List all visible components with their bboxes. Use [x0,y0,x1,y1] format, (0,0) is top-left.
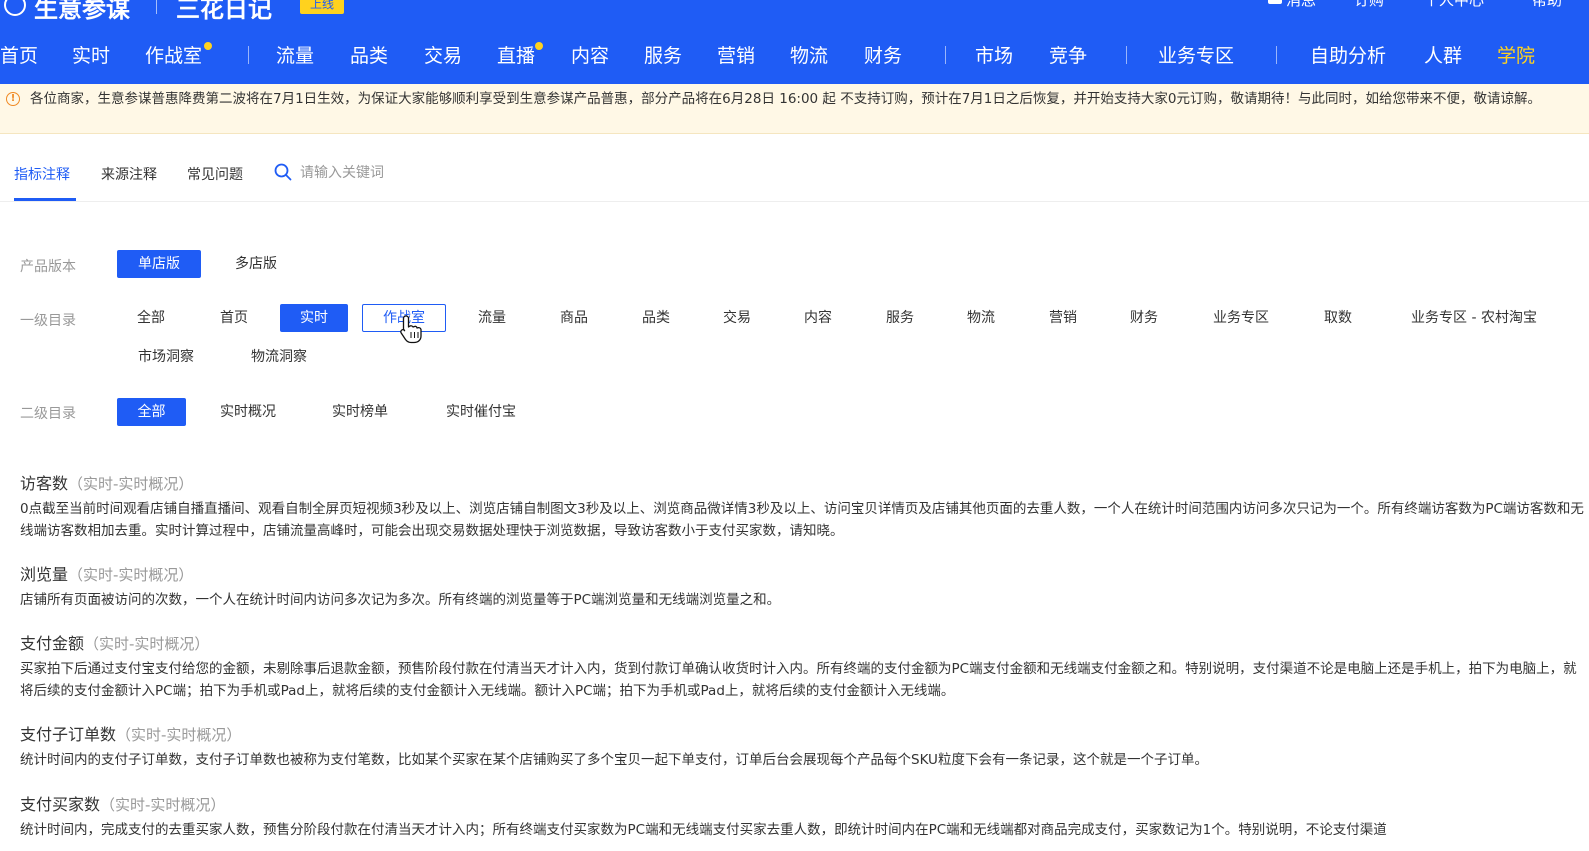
top-link-help[interactable]: 帮助 [1532,0,1562,14]
metric-title: 支付买家数（实时-实时概况） [20,791,1589,815]
chip-l1-business-zone[interactable]: 业务专区 [1198,304,1284,332]
metric-name: 支付子订单数 [20,725,117,744]
nav-item-service[interactable]: 服务 [644,41,682,68]
doc-tabs: 指标注释 来源注释 常见问题 [0,150,1589,202]
nav-item-competition[interactable]: 竞争 [1049,41,1087,68]
chip-version-multi[interactable]: 多店版 [216,250,296,278]
chip-l1-traffic[interactable]: 流量 [458,304,526,332]
chip-l1-market-insight[interactable]: 市场洞察 [117,343,215,371]
chip-l1-finance[interactable]: 财务 [1110,304,1178,332]
notice-text: 各位商家，生意参谋普惠降费第二波将在7月1日生效，为保证大家能够顺利享受到生意参… [30,91,1541,107]
nav-item-logistics[interactable]: 物流 [790,41,828,68]
nav-item-academy[interactable]: 学院 [1497,41,1535,68]
top-link-messages[interactable]: 消息 [1286,0,1316,14]
nav-item-content[interactable]: 内容 [571,41,609,68]
metric-description: 店铺所有页面被访问的次数，一个人在统计时间内访问多次记为多次。所有终端的浏览量等… [20,592,781,608]
metric-title: 浏览量（实时-实时概况） [20,561,1589,585]
filter-label-level2: 二级目录 [20,406,76,422]
metric-tag: （实时-实时概况） [116,726,242,744]
metric-entry: 支付买家数（实时-实时概况） 统计时间内，完成支付的去重买家人数，预售分阶段付款… [20,791,1589,851]
shop-badge: 上线 [300,0,344,14]
top-link-user-center[interactable]: 个人中心 [1424,0,1484,14]
logo-icon [4,0,26,16]
metric-description: 统计时间内的支付子订单数，支付子订单数也被称为支付笔数，比如某个买家在某个店铺购… [20,752,1208,768]
chip-l1-marketing[interactable]: 营销 [1029,304,1097,332]
top-header: 生意参谋 三花日记 上线 消息 订购 个人中心 帮助 首页 实时 作战室 流量 … [0,0,1589,84]
chip-l1-realtime[interactable]: 实时 [280,304,348,332]
filter-label-version: 产品版本 [20,259,76,275]
nav-divider [248,46,249,64]
chip-l2-all[interactable]: 全部 [117,398,186,426]
nav-item-realtime[interactable]: 实时 [72,41,110,68]
message-icon[interactable] [1268,0,1282,4]
chip-l1-content[interactable]: 内容 [784,304,852,332]
shop-name[interactable]: 三花日记 [176,0,272,24]
metric-name: 浏览量 [20,565,69,584]
metric-name: 支付金额 [20,634,85,653]
top-link-subscribe[interactable]: 订购 [1354,0,1384,14]
filter-label-level1: 一级目录 [20,313,76,329]
nav-item-finance[interactable]: 财务 [864,41,902,68]
metric-entry: 访客数（实时-实时概况） 0点截至当前时间观看店铺自播直播间、观看自制全屏页短视… [20,470,1589,542]
metric-entry: 浏览量（实时-实时概况） 店铺所有页面被访问的次数，一个人在统计时间内访问多次记… [20,561,1589,611]
nav-item-traffic[interactable]: 流量 [276,41,314,68]
nav-divider [1276,46,1277,64]
chip-l1-logistics-insight[interactable]: 物流洞察 [230,343,328,371]
tab-metric-notes[interactable]: 指标注释 [14,164,70,184]
nav-new-dot [535,42,543,50]
metric-tag: （实时-实时概况） [100,796,226,814]
nav-new-dot [204,42,212,50]
metric-description: 统计时间内，完成支付的去重买家人数，预售分阶段付款在付清当天才计入内；所有终端支… [20,822,1387,838]
metric-description: 0点截至当前时间观看店铺自播直播间、观看自制全屏页短视频3秒及以上、浏览店铺自制… [20,501,1584,539]
nav-item-home[interactable]: 首页 [0,41,38,68]
metric-title: 支付子订单数（实时-实时概况） [20,721,1589,745]
chip-l1-all[interactable]: 全部 [117,304,185,332]
nav-item-war-room[interactable]: 作战室 [145,41,202,68]
metric-title: 支付金额（实时-实时概况） [20,630,1589,654]
tab-faq[interactable]: 常见问题 [187,164,243,184]
metric-name: 支付买家数 [20,795,101,814]
chip-l1-service[interactable]: 服务 [866,304,934,332]
metric-tag: （实时-实时概况） [84,635,210,653]
nav-item-category[interactable]: 品类 [350,41,388,68]
chip-l1-logistics[interactable]: 物流 [947,304,1015,332]
nav-item-live[interactable]: 直播 [497,41,535,68]
chip-l1-goods[interactable]: 商品 [540,304,608,332]
metric-name: 访客数 [20,474,69,493]
chip-l1-data-fetch[interactable]: 取数 [1304,304,1372,332]
main-nav: 首页 实时 作战室 流量 品类 交易 直播 内容 服务 营销 物流 财务 市场 … [0,34,1589,74]
nav-item-business-zone[interactable]: 业务专区 [1158,41,1234,68]
nav-item-crowd[interactable]: 人群 [1424,41,1462,68]
metric-tag: （实时-实时概况） [68,475,194,493]
metric-entry: 支付子订单数（实时-实时概况） 统计时间内的支付子订单数，支付子订单数也被称为支… [20,721,1589,771]
metric-tag: （实时-实时概况） [68,566,194,584]
chip-l2-reminder[interactable]: 实时催付宝 [428,398,534,426]
active-tab-indicator [14,198,76,201]
chip-l1-trade[interactable]: 交易 [703,304,771,332]
brand-title[interactable]: 生意参谋 [34,0,130,24]
search-icon[interactable] [274,163,292,181]
nav-item-trade[interactable]: 交易 [424,41,462,68]
chip-l1-home[interactable]: 首页 [200,304,268,332]
chip-l2-overview[interactable]: 实时概况 [202,398,294,426]
nav-item-market[interactable]: 市场 [975,41,1013,68]
nav-item-marketing[interactable]: 营销 [717,41,755,68]
chip-l1-rural-taobao[interactable]: 业务专区 - 农村淘宝 [1396,304,1552,332]
keyword-search-input[interactable] [300,162,520,184]
chip-l1-category[interactable]: 品类 [622,304,690,332]
chip-l1-war-room[interactable]: 作战室 [362,304,446,332]
nav-item-self-analysis[interactable]: 自助分析 [1310,41,1386,68]
nav-divider [1126,46,1127,64]
chip-version-single[interactable]: 单店版 [117,250,201,278]
tab-source-notes[interactable]: 来源注释 [101,164,157,184]
chip-l2-ranking[interactable]: 实时榜单 [314,398,406,426]
notice-banner: ! 各位商家，生意参谋普惠降费第二波将在7月1日生效，为保证大家能够顺利享受到生… [0,84,1589,134]
metric-description: 买家拍下后通过支付宝支付给您的金额，未剔除事后退款金额，预售阶段付款在付清当天才… [20,661,1577,699]
brand-row: 生意参谋 三花日记 上线 消息 订购 个人中心 帮助 [0,0,1589,23]
metric-title: 访客数（实时-实时概况） [20,470,1589,494]
metric-entry: 支付金额（实时-实时概况） 买家拍下后通过支付宝支付给您的金额，未剔除事后退款金… [20,630,1589,702]
brand-divider [156,0,157,14]
nav-divider [945,46,946,64]
